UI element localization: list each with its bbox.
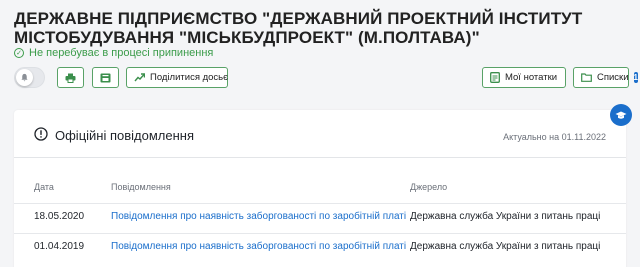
check-circle-icon: ✓: [14, 48, 24, 58]
status-line: ✓ Не перебуває в процесі припинення: [14, 47, 213, 59]
notifications-toggle[interactable]: [14, 67, 45, 88]
print-button[interactable]: [57, 67, 84, 88]
save-button[interactable]: [92, 67, 119, 88]
card-title: Офіційні повідомлення: [34, 127, 194, 144]
share-arrow-icon: [134, 73, 145, 82]
row-source: Державна служба України з питань праці: [410, 211, 601, 222]
bell-icon: [16, 69, 33, 86]
share-dossier-button[interactable]: Поділитися досьє: [126, 67, 228, 88]
column-header-date: Дата: [34, 182, 54, 192]
save-icon: [100, 73, 111, 83]
column-header-source: Джерело: [410, 182, 448, 192]
folder-icon: [581, 73, 592, 82]
card-title-text: Офіційні повідомлення: [55, 128, 195, 143]
alert-circle-icon: [34, 127, 48, 144]
actual-date: Актуально на 01.11.2022: [503, 132, 606, 142]
status-text: Не перебуває в процесі припинення: [29, 47, 214, 59]
column-header-message: Повідомлення: [111, 182, 171, 192]
toolbar: Поділитися досьє Мої нотатки Списки 1: [14, 67, 638, 89]
notes-label: Мої нотатки: [505, 72, 558, 83]
row-date: 01.04.2019: [34, 241, 85, 252]
lists-count-badge: 1: [633, 72, 638, 83]
row-message-link[interactable]: Повідомлення про наявність заборгованост…: [111, 211, 406, 222]
card-header: Офіційні повідомлення Актуально на 01.11…: [14, 110, 626, 158]
my-notes-button[interactable]: Мої нотатки: [482, 67, 566, 88]
table-row: 01.04.2019 Повідомлення про наявність за…: [14, 233, 626, 258]
lists-label: Списки: [597, 72, 629, 83]
page-title: ДЕРЖАВНЕ ПІДПРИЄМСТВО "ДЕРЖАВНИЙ ПРОЕКТН…: [14, 9, 583, 47]
notes-icon: [490, 72, 500, 83]
row-date: 18.05.2020: [34, 211, 85, 222]
lists-button[interactable]: Списки 1: [573, 67, 638, 88]
printer-icon: [65, 73, 76, 83]
official-notices-card: Офіційні повідомлення Актуально на 01.11…: [14, 104, 632, 267]
share-label: Поділитися досьє: [150, 72, 228, 83]
row-message-link[interactable]: Повідомлення про наявність заборгованост…: [111, 241, 406, 252]
row-source: Державна служба України з питань праці: [410, 241, 601, 252]
table-row: 18.05.2020 Повідомлення про наявність за…: [14, 203, 626, 228]
